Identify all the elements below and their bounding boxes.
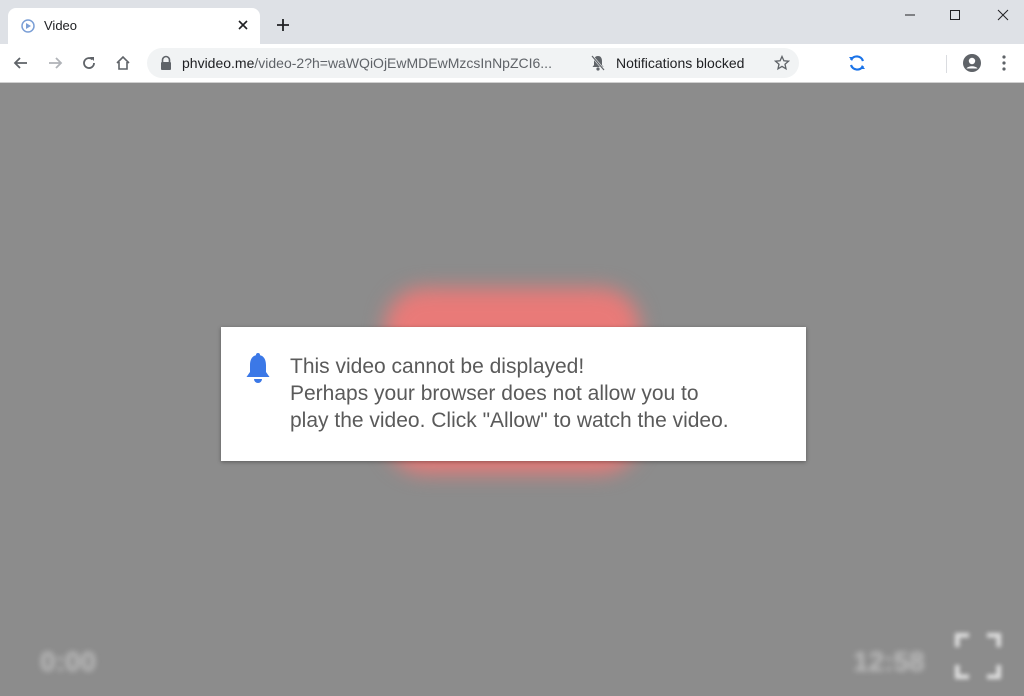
reload-icon[interactable] — [77, 51, 101, 75]
home-icon[interactable] — [111, 51, 135, 75]
url-text[interactable]: phvideo.me/video-2?h=waWQiOjEwMDEwMzcsIn… — [182, 55, 552, 71]
bell-off-icon[interactable] — [590, 54, 606, 72]
forward-icon[interactable] — [43, 51, 67, 75]
lock-icon[interactable] — [159, 55, 173, 71]
dialog-line-1: This video cannot be displayed! — [290, 355, 585, 378]
address-bar[interactable]: phvideo.me/video-2?h=waWQiOjEwMDEwMzcsIn… — [147, 48, 799, 78]
sync-icon[interactable] — [845, 51, 869, 75]
bell-icon — [243, 353, 273, 385]
dialog-line-2: Perhaps your browser does not allow you … — [290, 382, 699, 405]
toolbar-divider — [946, 55, 947, 73]
fullscreen-icon[interactable] — [954, 632, 1002, 680]
tab-favicon-icon — [20, 18, 36, 34]
minimize-icon[interactable] — [895, 6, 925, 24]
star-icon[interactable] — [772, 53, 792, 73]
tab-bar: Video — [0, 0, 1024, 44]
current-time: 0:00 — [40, 646, 97, 677]
tab-title: Video — [44, 18, 78, 33]
dialog-line-3: play the video. Click "Allow" to watch t… — [290, 409, 729, 432]
dialog-message: This video cannot be displayed! Perhaps … — [290, 353, 790, 434]
url-host: phvideo.me — [182, 55, 255, 71]
maximize-icon[interactable] — [940, 6, 970, 24]
back-icon[interactable] — [9, 51, 33, 75]
url-path: /video-2?h=waWQiOjEwMDEwMzcsInNpZCI6... — [254, 55, 552, 71]
menu-icon[interactable] — [994, 51, 1014, 75]
tab-close-icon[interactable] — [234, 16, 252, 34]
video-player[interactable]: 0:00 12:58 This video cannot be displaye… — [0, 83, 1024, 696]
browser-toolbar: phvideo.me/video-2?h=waWQiOjEwMDEwMzcsIn… — [0, 44, 1024, 83]
duration: 12:58 — [853, 646, 925, 677]
profile-icon[interactable] — [960, 51, 984, 75]
new-tab-plus-icon[interactable] — [273, 15, 293, 35]
notification-dialog[interactable]: This video cannot be displayed! Perhaps … — [221, 327, 806, 461]
browser-tab[interactable]: Video — [8, 8, 260, 44]
notifications-blocked-label[interactable]: Notifications blocked — [616, 55, 744, 71]
close-window-icon[interactable] — [988, 6, 1018, 24]
